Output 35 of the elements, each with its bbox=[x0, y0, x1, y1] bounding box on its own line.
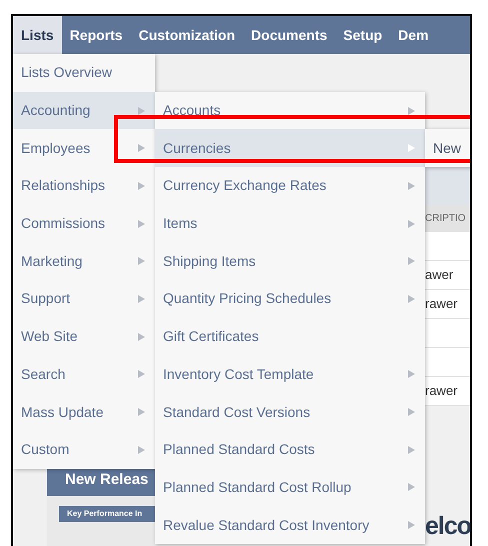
nav-tab[interactable]: Reports bbox=[62, 16, 131, 54]
menu-item[interactable]: Web Site bbox=[13, 318, 155, 356]
table-cell-text: rawer bbox=[425, 295, 458, 314]
table-cell-text: rawer bbox=[425, 382, 458, 400]
menu-item[interactable]: Relationships bbox=[13, 167, 155, 205]
menu-item[interactable]: Search bbox=[13, 356, 155, 394]
menu-item[interactable]: Currency Exchange Rates bbox=[155, 167, 425, 205]
menu-item[interactable]: Gift Certificates bbox=[155, 318, 425, 356]
menu-item[interactable]: Lists Overview bbox=[13, 54, 155, 92]
nav-tab[interactable]: Setup bbox=[335, 16, 390, 54]
welcome-heading: elco bbox=[425, 514, 470, 542]
menu-item[interactable]: Custom bbox=[13, 430, 155, 469]
nav-tab[interactable]: Documents bbox=[243, 16, 336, 54]
nav-tab[interactable]: Lists bbox=[13, 16, 62, 54]
menu-item[interactable]: Shipping Items bbox=[155, 242, 425, 280]
menu-item[interactable]: Items bbox=[155, 204, 425, 242]
menu-item[interactable]: Support bbox=[13, 280, 155, 318]
menu-item[interactable]: Accounts bbox=[155, 92, 425, 130]
menu-item[interactable]: Standard Cost Versions bbox=[155, 393, 425, 431]
menu-item[interactable]: Planned Standard Cost Rollup bbox=[155, 468, 425, 506]
page-band bbox=[425, 167, 470, 205]
menu-item[interactable]: Quantity Pricing Schedules bbox=[155, 280, 425, 318]
menu-item[interactable]: Commissions bbox=[13, 204, 155, 242]
column-header: CRIPTIO bbox=[425, 205, 470, 232]
nav-tab[interactable]: Dem bbox=[390, 16, 437, 54]
menu-item[interactable]: Mass Update bbox=[13, 393, 155, 431]
menu-item[interactable]: Marketing bbox=[13, 242, 155, 280]
nav-tab[interactable]: Customization bbox=[130, 16, 244, 54]
menu-item[interactable]: Employees bbox=[13, 129, 155, 168]
panel-title: New Releas bbox=[65, 470, 148, 490]
table-cell-text: awer bbox=[425, 266, 454, 284]
menu-item[interactable]: Planned Standard Costs bbox=[155, 430, 425, 469]
menu-item[interactable]: Inventory Cost Template bbox=[155, 356, 425, 394]
menu-item[interactable]: Accounting bbox=[13, 92, 155, 130]
menu-item[interactable]: New bbox=[425, 129, 470, 168]
